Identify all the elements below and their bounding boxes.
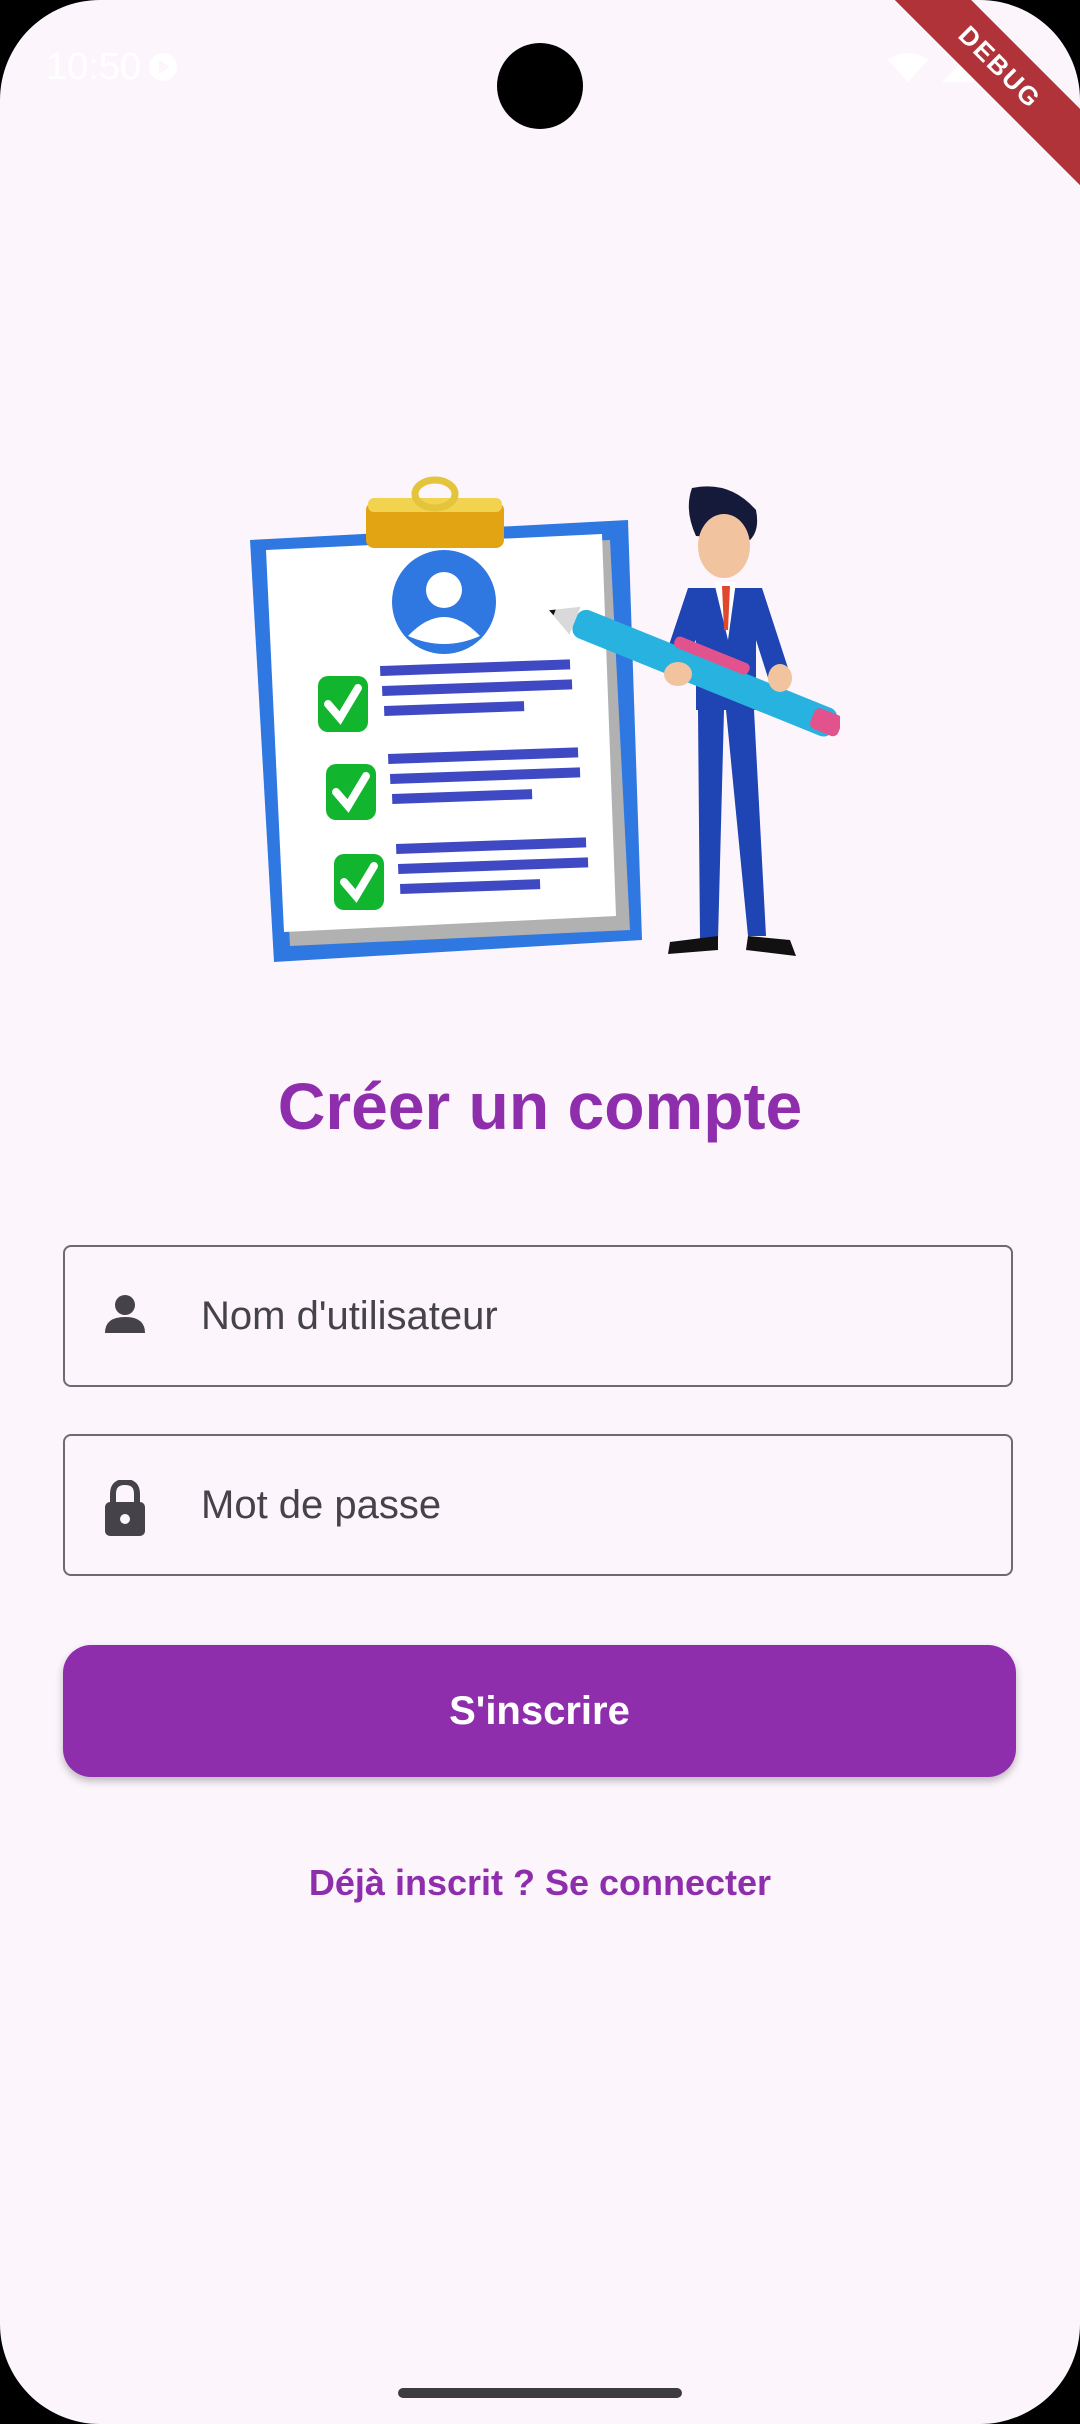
media-icon (148, 52, 178, 87)
lock-icon (101, 1478, 149, 1541)
username-placeholder: Nom d'utilisateur (201, 1294, 498, 1338)
person-icon (101, 1291, 149, 1344)
home-indicator[interactable] (398, 2388, 682, 2398)
app-screen: 10:50 DEBUG Créer un compte Nom d'utilis… (0, 0, 1080, 2424)
camera-cutout (497, 43, 583, 129)
password-field[interactable]: Mot de passe (63, 1434, 1013, 1576)
login-link[interactable]: Déjà inscrit ? Se connecter (0, 1862, 1080, 1904)
password-placeholder: Mot de passe (201, 1483, 442, 1527)
status-time: 10:50 (46, 46, 142, 88)
signup-button[interactable]: S'inscrire (63, 1645, 1016, 1777)
username-field[interactable]: Nom d'utilisateur (63, 1245, 1013, 1387)
wifi-icon (888, 52, 928, 87)
signup-illustration (240, 470, 843, 1015)
page-title: Créer un compte (277, 1069, 803, 1143)
